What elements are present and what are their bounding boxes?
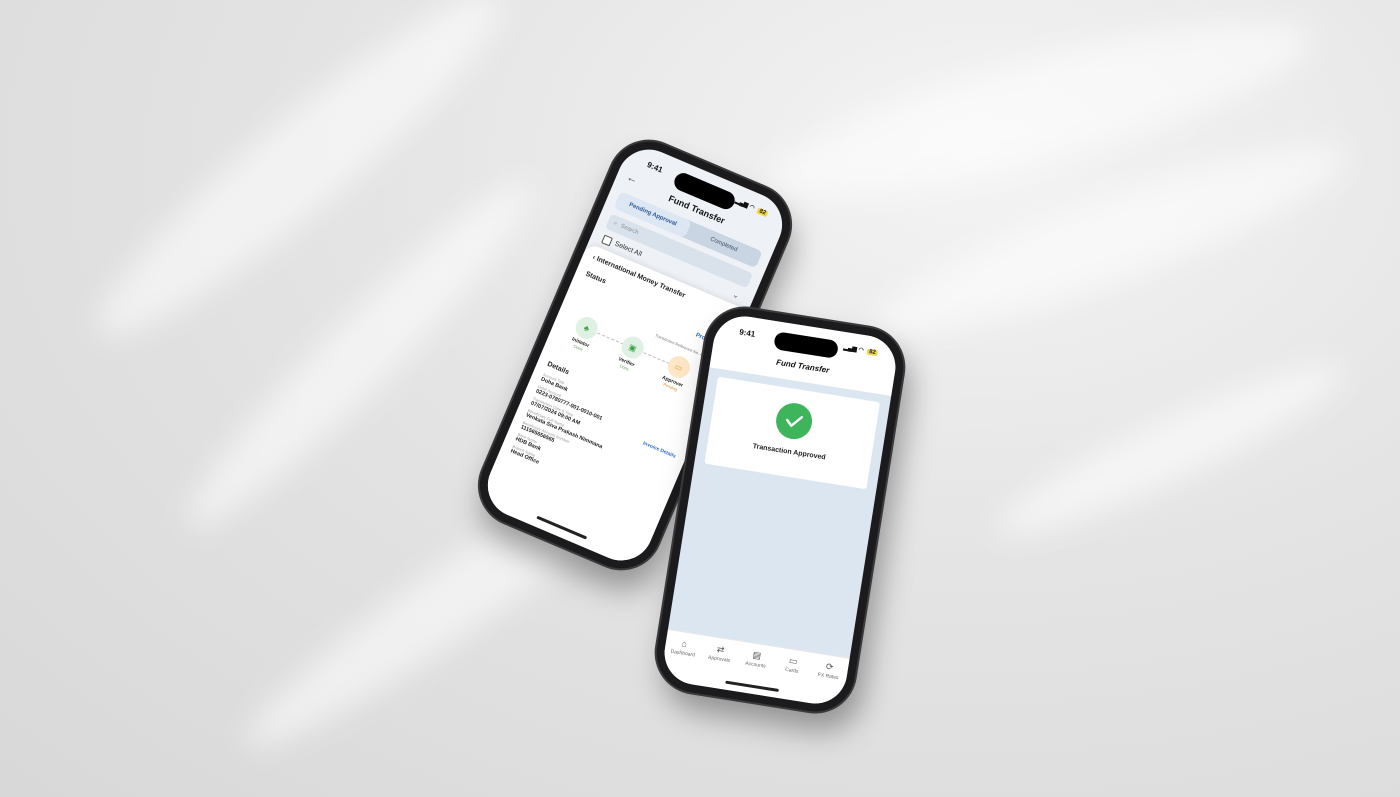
status-time: 9:41: [738, 327, 756, 339]
battery-icon: 82: [866, 348, 879, 357]
sheet-title: ‹ International Money Transfer: [591, 254, 687, 300]
nav-accounts[interactable]: ▤ Accounts: [738, 648, 774, 671]
nav-dashboard[interactable]: ⌂ Dashboard: [665, 636, 701, 659]
search-placeholder: Search: [619, 223, 640, 237]
step-initiator: ♣ Initiator Done: [557, 309, 611, 358]
status-label: Status: [584, 270, 607, 286]
checkbox-icon: [601, 234, 613, 247]
light-streak: [71, 0, 529, 367]
chevron-down-icon[interactable]: ⌄: [731, 290, 741, 301]
card-icon: ▭: [788, 655, 799, 667]
success-card: Transaction Approved: [704, 376, 881, 490]
nav-approvals[interactable]: ⇄ Approvals: [702, 642, 738, 665]
step-approver: ▭ Approver Pending: [649, 348, 703, 397]
home-icon: ⌂: [680, 638, 688, 650]
details-list: Account Title Doha Bank Debit Account 02…: [509, 372, 664, 507]
light-streak: [985, 342, 1355, 558]
nav-fx-rates[interactable]: ⟳ FX Rates: [811, 659, 847, 682]
step-verifier: ▣ Verifier Done: [603, 329, 657, 378]
swap-arrows-icon: ⇄: [716, 643, 726, 655]
nav-cards[interactable]: ▭ Cards: [775, 653, 811, 676]
status-time: 9:41: [645, 160, 665, 175]
bank-icon: ▤: [751, 649, 762, 661]
checkmark-icon: [773, 400, 815, 442]
battery-icon: 82: [756, 207, 769, 218]
success-message: Transaction Approved: [752, 443, 827, 462]
status-icons: ▂▄▆ ◠ 82: [734, 198, 769, 218]
refresh-icon: ⟳: [825, 661, 835, 673]
bottom-nav: ⌂ Dashboard ⇄ Approvals ▤ Accounts ▭ Car…: [660, 628, 850, 709]
search-icon: ⌕: [612, 220, 619, 227]
